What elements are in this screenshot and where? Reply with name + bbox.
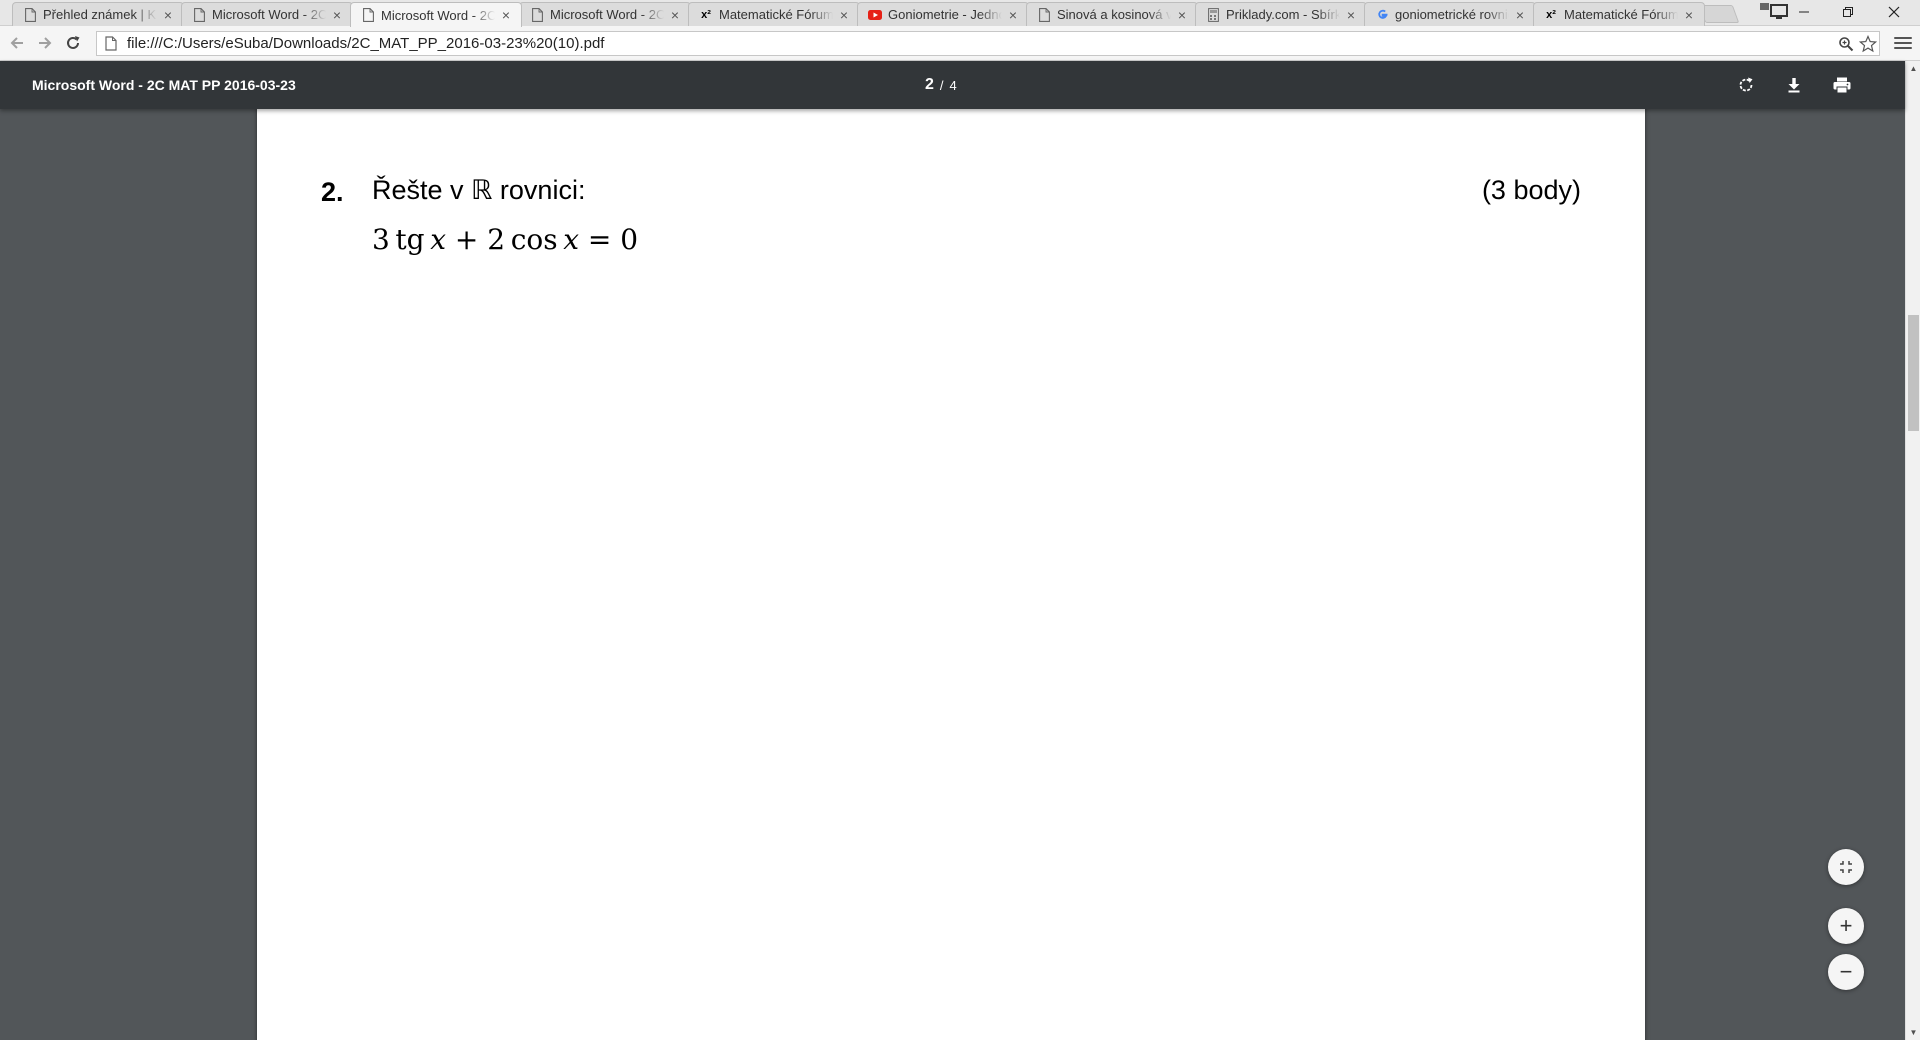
vertical-scrollbar[interactable]: ▲ ▼ [1905, 61, 1920, 1040]
download-icon [1788, 78, 1800, 93]
browser-tab[interactable]: Přehled známek | Klas × [12, 2, 184, 26]
problem-points: (3 body) [1481, 175, 1581, 205]
x2-icon: x² [701, 8, 711, 21]
tab-title: Matematické Fórum [719, 7, 833, 22]
tab-title: Microsoft Word - 2C [212, 7, 326, 22]
scrollbar-thumb[interactable] [1908, 315, 1919, 431]
tab-title: Matematické Fórum [1564, 7, 1678, 22]
arrow-left-icon [10, 37, 23, 49]
browser-tab[interactable]: Microsoft Word - 2C × [519, 2, 691, 26]
zoom-in-button[interactable]: + [1828, 908, 1864, 944]
close-window-button[interactable] [1872, 0, 1916, 24]
equation-operator: + [454, 223, 479, 256]
download-button[interactable] [1782, 73, 1806, 97]
page-icon [99, 36, 123, 51]
rotate-button[interactable] [1734, 73, 1758, 97]
calculator-icon [1206, 7, 1220, 22]
reload-button[interactable] [62, 32, 84, 54]
google-icon [1375, 8, 1389, 22]
tab-title: Přehled známek | Klas [43, 7, 157, 22]
pdf-viewer[interactable]: 2. Řešte v ℝ rovnici: (3 body) 3 tg x + … [0, 109, 1905, 1040]
pdf-page: 2. Řešte v ℝ rovnici: (3 body) 3 tg x + … [257, 109, 1645, 1040]
browser-tab[interactable]: Sinová a kosinová vě × [1026, 2, 1198, 26]
tab-title: goniometrické rovnic [1395, 7, 1509, 22]
tab-close-icon[interactable]: × [1513, 7, 1527, 23]
tab-close-icon[interactable]: × [1006, 7, 1020, 23]
scroll-down-arrow-icon[interactable]: ▼ [1906, 1025, 1920, 1040]
tab-close-icon[interactable]: × [668, 7, 682, 23]
youtube-icon [868, 8, 882, 22]
browser-tab[interactable]: x² Matematické Fórum × [1533, 2, 1705, 26]
document-title: Microsoft Word - 2C MAT PP 2016-03-23 [32, 77, 296, 93]
tab-close-icon[interactable]: × [161, 7, 175, 23]
browser-tab[interactable]: x² Matematické Fórum × [688, 2, 860, 26]
page-icon [23, 7, 37, 22]
url-text: file:///C:/Users/eSuba/Downloads/2C_MAT_… [127, 35, 605, 52]
page-separator: / [939, 77, 944, 93]
browser-tab[interactable]: Microsoft Word - 2C × [350, 2, 522, 27]
tab-title: Microsoft Word - 2C [550, 7, 664, 22]
tab-close-icon[interactable]: × [499, 7, 513, 23]
browser-tab[interactable]: Microsoft Word - 2C × [181, 2, 353, 26]
tab-close-icon[interactable]: × [1344, 7, 1358, 23]
page-indicator: 2 / 4 [925, 61, 957, 109]
chrome-menu-button[interactable] [1894, 33, 1912, 53]
reload-icon [67, 36, 80, 49]
bookmark-star-icon[interactable] [1857, 34, 1879, 53]
fit-page-icon [1840, 861, 1852, 873]
print-icon [1833, 77, 1851, 94]
minimize-button[interactable] [1782, 0, 1826, 24]
back-button[interactable] [6, 32, 28, 54]
equation-function-cos: cos [510, 223, 558, 256]
current-page-input[interactable]: 2 [925, 76, 934, 94]
restore-button[interactable] [1826, 0, 1870, 24]
tab-close-icon[interactable]: × [1175, 7, 1189, 23]
page-icon [530, 7, 544, 22]
problem-text: Řešte v ℝ rovnici: [372, 175, 586, 205]
page-icon [1037, 7, 1051, 22]
equation-coefficient: 3 [372, 223, 390, 256]
forward-button[interactable] [34, 32, 56, 54]
x2-icon: x² [1546, 8, 1556, 21]
arrow-right-icon [39, 37, 52, 49]
browser-tab[interactable]: Goniometrie - Jednot × [857, 2, 1029, 26]
tab-close-icon[interactable]: × [837, 7, 851, 23]
equation-variable: x [563, 223, 580, 256]
browser-toolbar: file:///C:/Users/eSuba/Downloads/2C_MAT_… [0, 26, 1920, 61]
scroll-up-arrow-icon[interactable]: ▲ [1906, 61, 1920, 76]
tab-title: Sinová a kosinová vě [1057, 7, 1171, 22]
equation-equals: = [587, 223, 612, 256]
zoom-out-button[interactable]: − [1828, 954, 1864, 990]
equation-rhs: 0 [620, 223, 639, 256]
page-icon [361, 8, 375, 22]
problem-number: 2. [321, 177, 344, 207]
address-bar[interactable]: file:///C:/Users/eSuba/Downloads/2C_MAT_… [96, 31, 1880, 56]
fit-to-page-button[interactable] [1828, 849, 1864, 885]
tab-title: Goniometrie - Jednot [888, 7, 1002, 22]
equation-coefficient: 2 [487, 223, 506, 256]
browser-tab[interactable]: goniometrické rovnic × [1364, 2, 1536, 26]
print-button[interactable] [1830, 73, 1854, 97]
equation: 3 tg x + 2 cos x = 0 [372, 223, 638, 256]
equation-function-tg: tg [395, 223, 425, 256]
browser-tab[interactable]: Priklady.com - Sbírka × [1195, 2, 1367, 26]
tab-close-icon[interactable]: × [1682, 7, 1696, 23]
rotate-icon [1739, 77, 1753, 92]
zoom-icon[interactable] [1835, 36, 1857, 52]
equation-variable: x [430, 223, 446, 256]
page-icon [192, 7, 206, 22]
total-pages: 4 [949, 77, 957, 93]
tab-close-icon[interactable]: × [330, 7, 344, 23]
tab-title: Microsoft Word - 2C [381, 7, 495, 23]
tab-strip: Přehled známek | Klas×Microsoft Word - 2… [0, 0, 1920, 27]
tab-title: Priklady.com - Sbírka [1226, 7, 1340, 22]
pdf-toolbar: Microsoft Word - 2C MAT PP 2016-03-23 2 … [0, 61, 1905, 109]
